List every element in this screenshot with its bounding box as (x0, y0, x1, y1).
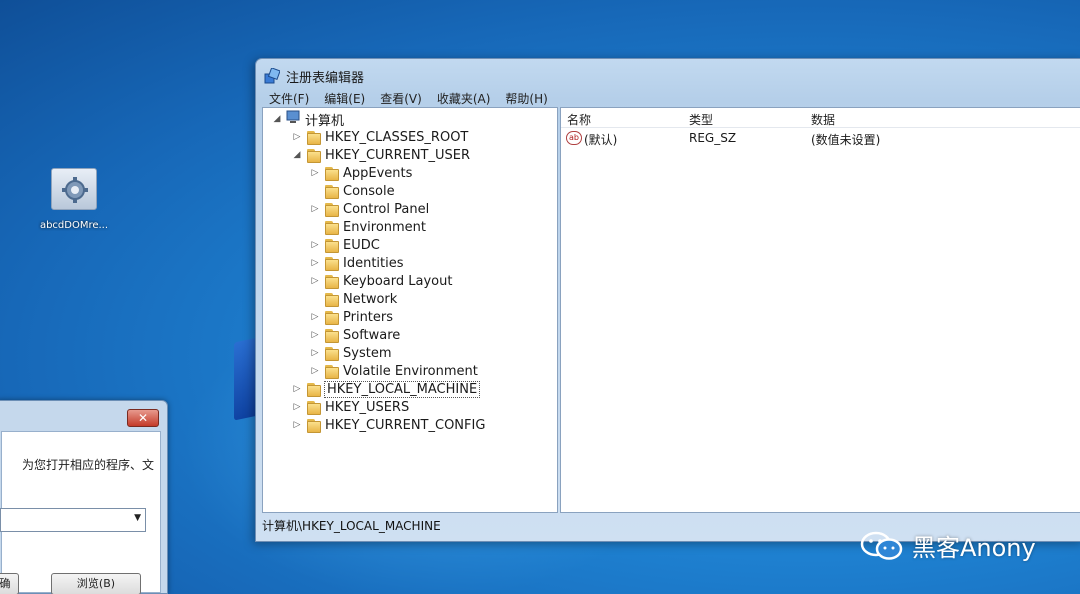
desktop-shortcut-label: abcdDOMre... (39, 220, 109, 231)
tree-item-hku[interactable]: ▷ HKEY_USERS (291, 398, 409, 416)
tree-root-computer[interactable]: ◢ 计算机 (271, 110, 344, 129)
computer-icon (285, 110, 301, 128)
expand-icon[interactable]: ▷ (309, 366, 321, 376)
folder-icon (305, 382, 321, 397)
status-bar-path: 计算机\HKEY_LOCAL_MACHINE (262, 519, 441, 533)
menu-bar: 文件(F) 编辑(E) 查看(V) 收藏夹(A) 帮助(H) (268, 90, 549, 107)
column-header-name[interactable]: 名称 (567, 111, 591, 128)
values-list[interactable]: 名称 类型 数据 ab (默认) REG_SZ (数值未设置) (560, 107, 1080, 513)
expand-icon[interactable]: ▷ (309, 276, 321, 286)
chevron-down-icon[interactable]: ▼ (134, 513, 141, 523)
tree-item-appevents[interactable]: ▷ AppEvents (309, 164, 412, 182)
expand-icon[interactable]: ▷ (309, 348, 321, 358)
collapse-icon[interactable]: ◢ (271, 114, 283, 124)
tree-item-identities[interactable]: ▷ Identities (309, 254, 404, 272)
expand-icon[interactable]: ▷ (291, 402, 303, 412)
desktop-shortcut[interactable]: abcdDOMre... (38, 168, 110, 231)
menu-help[interactable]: 帮助(H) (504, 90, 548, 107)
folder-icon (323, 274, 339, 289)
expand-icon[interactable]: ▷ (309, 204, 321, 214)
expand-icon[interactable]: ▷ (309, 312, 321, 322)
run-dialog: ✕ 为您打开相应的程序、文 ▼ 确 浏览(B) (0, 400, 168, 594)
tree-item-system[interactable]: ▷ System (309, 344, 391, 362)
menu-view[interactable]: 查看(V) (379, 90, 423, 107)
menu-edit[interactable]: 编辑(E) (323, 90, 366, 107)
tree-item-control-panel[interactable]: ▷ Control Panel (309, 200, 429, 218)
tree-item-environment[interactable]: Environment (309, 218, 426, 236)
collapse-icon[interactable]: ◢ (291, 150, 303, 160)
value-type: REG_SZ (689, 131, 737, 145)
folder-icon (323, 292, 339, 307)
value-data: (数值未设置) (811, 133, 881, 147)
regedit-icon (264, 68, 280, 84)
tree-item-software[interactable]: ▷ Software (309, 326, 400, 344)
registry-editor-window: 注册表编辑器 文件(F) 编辑(E) 查看(V) 收藏夹(A) 帮助(H) ◢ … (255, 58, 1080, 542)
expand-icon[interactable]: ▷ (309, 168, 321, 178)
menu-favorites[interactable]: 收藏夹(A) (436, 90, 492, 107)
dialog-browse-button[interactable]: 浏览(B) (51, 573, 141, 594)
expand-icon[interactable]: ▷ (291, 384, 303, 394)
tree-item-console[interactable]: Console (309, 182, 395, 200)
tree-item-hkcc[interactable]: ▷ HKEY_CURRENT_CONFIG (291, 416, 485, 434)
title-bar[interactable]: 注册表编辑器 (264, 65, 364, 87)
folder-icon (323, 364, 339, 379)
dialog-ok-button[interactable]: 确 (0, 573, 19, 594)
folder-icon (323, 310, 339, 325)
wechat-icon (860, 531, 904, 561)
folder-icon (323, 184, 339, 199)
tree-item-network[interactable]: Network (309, 290, 397, 308)
folder-icon (323, 166, 339, 181)
tree-item-keyboard-layout[interactable]: ▷ Keyboard Layout (309, 272, 452, 290)
expand-icon[interactable]: ▷ (309, 240, 321, 250)
folder-icon (305, 148, 321, 163)
folder-icon (305, 400, 321, 415)
gear-icon (51, 168, 97, 210)
list-header: 名称 类型 数据 (561, 108, 1080, 128)
folder-icon (323, 328, 339, 343)
tree-item-hkcr[interactable]: ▷ HKEY_CLASSES_ROOT (291, 128, 468, 146)
folder-icon (305, 418, 321, 433)
window-title: 注册表编辑器 (286, 70, 365, 86)
folder-icon (305, 130, 321, 145)
menu-file[interactable]: 文件(F) (268, 90, 310, 107)
column-header-data[interactable]: 数据 (811, 111, 835, 128)
dialog-close-button[interactable]: ✕ (127, 409, 159, 427)
value-row[interactable]: ab (默认) REG_SZ (数值未设置) (561, 130, 1080, 148)
tree-item-eudc[interactable]: ▷ EUDC (309, 236, 380, 254)
dialog-description: 为您打开相应的程序、文 (21, 458, 154, 472)
column-header-type[interactable]: 类型 (689, 111, 713, 128)
tree-item-hkcu[interactable]: ◢ HKEY_CURRENT_USER (291, 146, 470, 164)
folder-icon (323, 220, 339, 235)
folder-icon (323, 346, 339, 361)
value-name: (默认) (584, 133, 618, 147)
registry-tree[interactable]: ◢ 计算机 ▷ HKEY_CLASSES_ROOT ◢ HKEY_CURRENT… (262, 107, 558, 513)
watermark-text: 黑客Anony (912, 534, 1036, 562)
expand-icon[interactable]: ▷ (309, 258, 321, 268)
expand-icon[interactable]: ▷ (309, 330, 321, 340)
folder-icon (323, 202, 339, 217)
folder-icon (323, 256, 339, 271)
tree-item-volatile-environment[interactable]: ▷ Volatile Environment (309, 362, 478, 380)
dialog-body: 为您打开相应的程序、文 ▼ (0, 431, 161, 593)
watermark: 黑客Anony (860, 528, 1036, 563)
folder-icon (323, 238, 339, 253)
dialog-open-combo[interactable]: ▼ (0, 508, 146, 532)
tree-item-printers[interactable]: ▷ Printers (309, 308, 393, 326)
expand-icon[interactable]: ▷ (291, 132, 303, 142)
string-value-icon: ab (566, 131, 582, 145)
tree-item-hklm[interactable]: ▷ HKEY_LOCAL_MACHINE (291, 380, 481, 398)
expand-icon[interactable]: ▷ (291, 420, 303, 430)
